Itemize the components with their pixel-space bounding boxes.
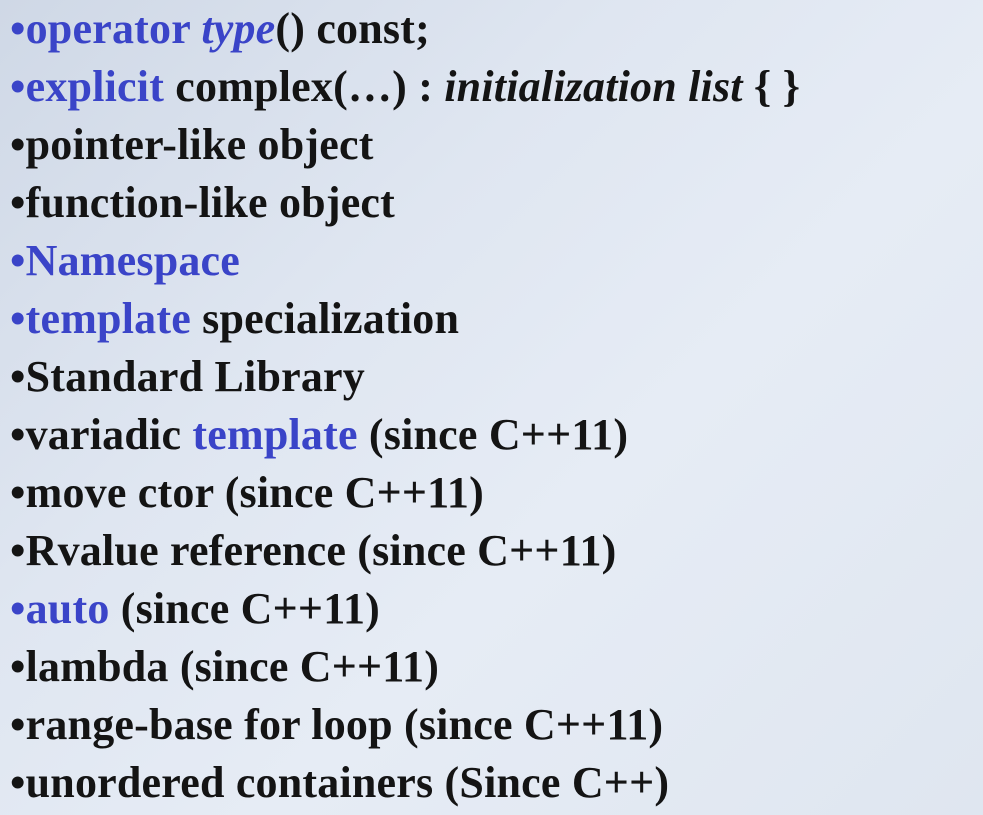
keyword-text: operator [25, 4, 202, 53]
bullet-item: •range-base for loop (since C++11) [10, 696, 800, 754]
bullet-text: lambda (since C++11) [25, 642, 440, 691]
bullet-text: unordered containers (Since C++) [25, 758, 670, 807]
bullet-text: Standard Library [25, 352, 365, 401]
bullet-list: •operator type() const; •explicit complex… [10, 0, 800, 812]
bullet-text: () const; [275, 4, 430, 53]
keyword-text: explicit [25, 62, 165, 111]
bullet-dot-icon: • [10, 642, 26, 691]
keyword-text: auto [25, 584, 110, 633]
slide: •operator type() const; •explicit complex… [0, 0, 983, 815]
bullet-item: •unordered containers (Since C++) [10, 754, 800, 812]
bullet-text: move ctor (since C++11) [25, 468, 484, 517]
bullet-dot-icon: • [10, 352, 26, 401]
keyword-text: Namespace [25, 236, 241, 285]
keyword-text: type [201, 4, 276, 53]
bullet-dot-icon: • [10, 700, 26, 749]
bullet-dot-icon: • [10, 120, 26, 169]
bullet-text: variadic [25, 410, 193, 459]
bullet-text: Rvalue reference (since C++11) [25, 526, 617, 575]
bullet-text: specialization [190, 294, 460, 343]
bullet-text: (since C++11) [109, 584, 381, 633]
bullet-item: •auto (since C++11) [10, 580, 800, 638]
bullet-text: function-like object [25, 178, 396, 227]
bullet-item: •variadic template (since C++11) [10, 406, 800, 464]
bullet-text: (since C++11) [357, 410, 629, 459]
bullet-text: range-base for loop (since C++11) [25, 700, 664, 749]
bullet-item: •Standard Library [10, 348, 800, 406]
bullet-item: •operator type() const; [10, 0, 800, 58]
bullet-dot-icon: • [10, 62, 26, 111]
bullet-item: •Rvalue reference (since C++11) [10, 522, 800, 580]
bullet-dot-icon: • [10, 294, 26, 343]
bullet-item: •function-like object [10, 174, 800, 232]
bullet-item: •explicit complex(…) : initialization li… [10, 58, 800, 116]
bullet-item: •lambda (since C++11) [10, 638, 800, 696]
bullet-dot-icon: • [10, 584, 26, 633]
bullet-dot-icon: • [10, 410, 26, 459]
bullet-text: pointer-like object [25, 120, 374, 169]
bullet-dot-icon: • [10, 236, 26, 285]
bullet-item: •move ctor (since C++11) [10, 464, 800, 522]
bullet-item: •Namespace [10, 232, 800, 290]
bullet-text: { } [742, 62, 801, 111]
bullet-dot-icon: • [10, 468, 26, 517]
keyword-text: template [25, 294, 191, 343]
bullet-dot-icon: • [10, 4, 26, 53]
bullet-text: complex(…) : [164, 62, 445, 111]
bullet-dot-icon: • [10, 178, 26, 227]
bullet-dot-icon: • [10, 758, 26, 807]
bullet-dot-icon: • [10, 526, 26, 575]
bullet-item: •template specialization [10, 290, 800, 348]
bullet-text: initialization list [444, 62, 743, 111]
bullet-item: •pointer-like object [10, 116, 800, 174]
keyword-text: template [192, 410, 358, 459]
